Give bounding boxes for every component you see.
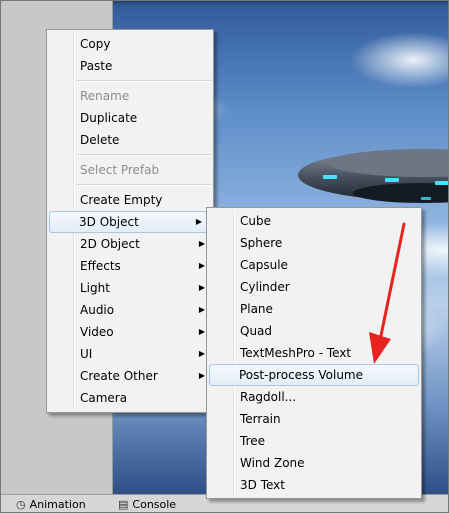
menu-item-delete[interactable]: Delete (47, 129, 213, 151)
clock-icon: ◷ (16, 498, 26, 511)
submenu-item-ragdoll[interactable]: Ragdoll... (207, 386, 421, 408)
submenu-item-wind-zone[interactable]: Wind Zone (207, 452, 421, 474)
menu-item-camera[interactable]: Camera (47, 387, 213, 409)
menu-item-2d-object[interactable]: 2D Object ▶ (47, 233, 213, 255)
menu-item-create-other[interactable]: Create Other ▶ (47, 365, 213, 387)
menu-separator (77, 154, 211, 156)
submenu-arrow-icon: ▶ (195, 217, 202, 226)
menu-item-light[interactable]: Light ▶ (47, 277, 213, 299)
tab-console-label: Console (132, 498, 177, 511)
menu-item-video[interactable]: Video ▶ (47, 321, 213, 343)
menu-item-effects[interactable]: Effects ▶ (47, 255, 213, 277)
tab-console[interactable]: ▤ Console (118, 497, 176, 513)
menu-item-ui[interactable]: UI ▶ (47, 343, 213, 365)
tab-animation-label: Animation (29, 498, 86, 511)
menu-item-duplicate[interactable]: Duplicate (47, 107, 213, 129)
menu-item-3d-object[interactable]: 3D Object ▶ (49, 211, 211, 233)
context-menu: Copy Paste Rename Duplicate Delete Selec… (46, 29, 214, 413)
submenu-arrow-icon: ▶ (198, 261, 205, 270)
submenu-arrow-icon: ▶ (198, 305, 205, 314)
submenu-arrow-icon: ▶ (198, 327, 205, 336)
menu-item-paste[interactable]: Paste (47, 55, 213, 77)
tab-animation[interactable]: ◷ Animation (16, 497, 86, 513)
submenu-item-3d-text[interactable]: 3D Text (207, 474, 421, 496)
menu-item-audio[interactable]: Audio ▶ (47, 299, 213, 321)
submenu-arrow-icon: ▶ (198, 283, 205, 292)
submenu-item-tree[interactable]: Tree (207, 430, 421, 452)
menu-item-rename: Rename (80, 89, 130, 103)
submenu-item-post-process-volume[interactable]: Post-process Volume (209, 364, 419, 386)
menu-item-copy[interactable]: Copy (47, 33, 213, 55)
menu-separator (77, 80, 211, 82)
scene-shadow (113, 0, 449, 6)
submenu-arrow-icon: ▶ (198, 239, 205, 248)
menu-item-create-empty[interactable]: Create Empty (47, 189, 213, 211)
submenu-arrow-icon: ▶ (198, 371, 205, 380)
annotation-arrow-icon (369, 222, 406, 364)
menu-item-select-prefab: Select Prefab (80, 163, 160, 177)
submenu-arrow-icon: ▶ (198, 349, 205, 358)
console-icon: ▤ (118, 498, 129, 511)
submenu-item-terrain[interactable]: Terrain (207, 408, 421, 430)
menu-separator (77, 184, 211, 186)
